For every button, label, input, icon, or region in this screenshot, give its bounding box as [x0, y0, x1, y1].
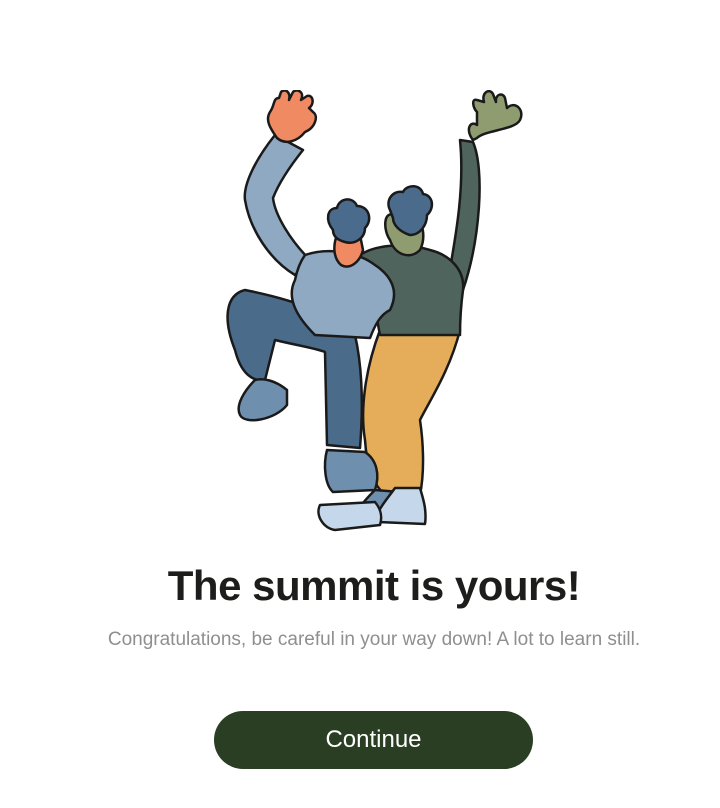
left-person-kicking-shoe — [237, 378, 289, 422]
summit-complete-screen: The summit is yours! Congratulations, be… — [0, 0, 720, 808]
celebrating-hikers-illustration — [226, 90, 523, 532]
left-person-standing-shoe — [323, 448, 379, 494]
left-person-hair — [326, 198, 371, 244]
congratulations-message: Congratulations, be careful in your way … — [107, 629, 641, 650]
left-raised-arm — [243, 133, 312, 277]
left-person-landing-shoe — [317, 500, 383, 532]
right-hand — [467, 90, 523, 142]
left-hand — [266, 90, 317, 144]
continue-button[interactable]: Continue — [214, 711, 533, 769]
page-title: The summit is yours! — [167, 562, 581, 609]
